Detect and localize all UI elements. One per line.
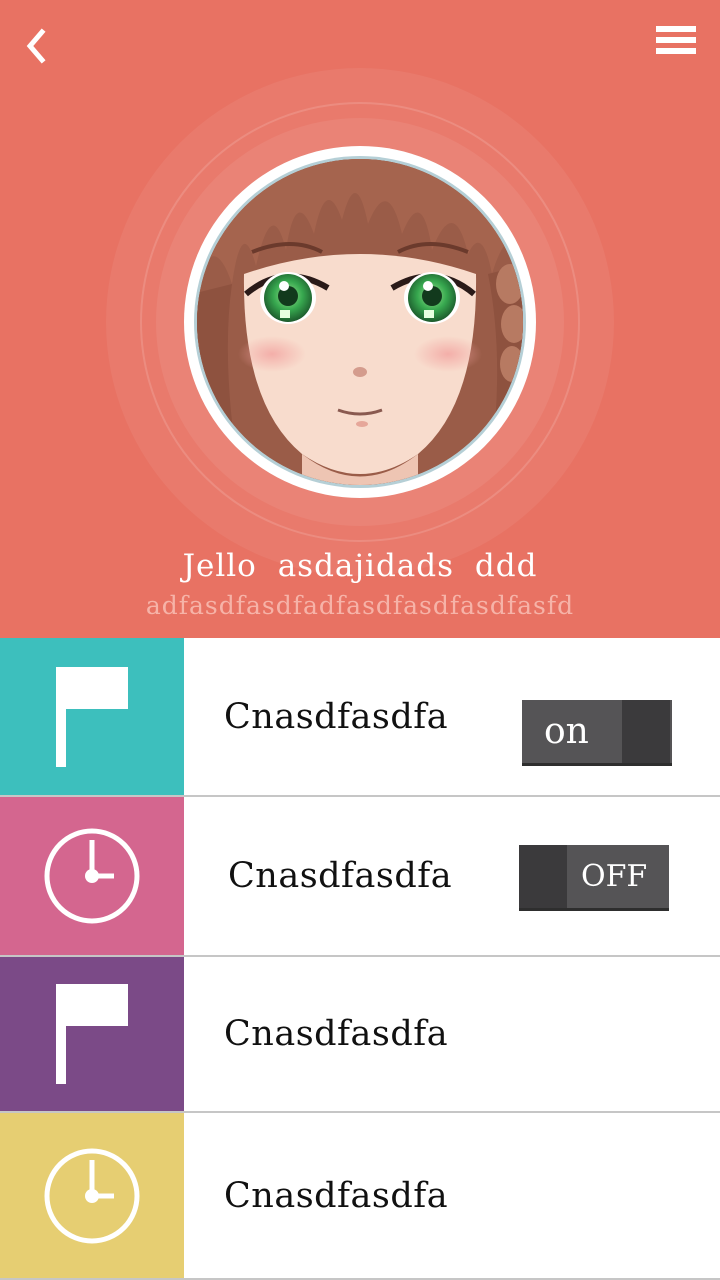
toggle-knob bbox=[622, 700, 670, 763]
list-item-tile bbox=[0, 797, 184, 955]
list-item[interactable]: Cnasdfasdfa bbox=[0, 1113, 720, 1280]
profile-screen: Jello asdajidads ddd adfasdfasdfadfasdfa… bbox=[0, 0, 720, 1280]
menu-button[interactable] bbox=[652, 20, 700, 60]
list-item[interactable]: Cnasdfasdfa OFF bbox=[0, 797, 720, 957]
list-item-label: Cnasdfasdfa bbox=[224, 1175, 449, 1216]
toggle-label: OFF bbox=[581, 859, 648, 894]
list-item-tile bbox=[0, 638, 184, 795]
avatar-portrait bbox=[194, 156, 526, 488]
list-item-tile bbox=[0, 1113, 184, 1278]
profile-name: Jello asdajidads ddd bbox=[182, 548, 538, 584]
flag-icon bbox=[56, 666, 128, 767]
toggle-switch-on[interactable]: on bbox=[522, 700, 672, 766]
toggle-switch-off[interactable]: OFF bbox=[519, 845, 669, 911]
chevron-left-icon bbox=[26, 28, 46, 64]
avatar[interactable] bbox=[184, 146, 536, 498]
profile-header: Jello asdajidads ddd adfasdfasdfadfasdfa… bbox=[0, 0, 720, 638]
hamburger-menu-icon bbox=[656, 26, 696, 54]
list-item-label: Cnasdfasdfa bbox=[224, 696, 449, 737]
flag-icon bbox=[56, 984, 128, 1084]
list-item-label: Cnasdfasdfa bbox=[228, 856, 453, 896]
list-item[interactable]: Cnasdfasdfa bbox=[0, 957, 720, 1113]
back-button[interactable] bbox=[14, 24, 58, 68]
clock-icon bbox=[44, 828, 140, 924]
list-item[interactable]: Cnasdfasdfa on bbox=[0, 638, 720, 797]
toggle-label: on bbox=[544, 711, 589, 752]
list-item-label: Cnasdfasdfa bbox=[224, 1014, 449, 1054]
toggle-knob bbox=[519, 845, 567, 908]
clock-icon bbox=[44, 1148, 140, 1243]
list-item-tile bbox=[0, 957, 184, 1111]
profile-subtitle: adfasdfasdfadfasdfasdfasdfasfd bbox=[145, 591, 575, 620]
